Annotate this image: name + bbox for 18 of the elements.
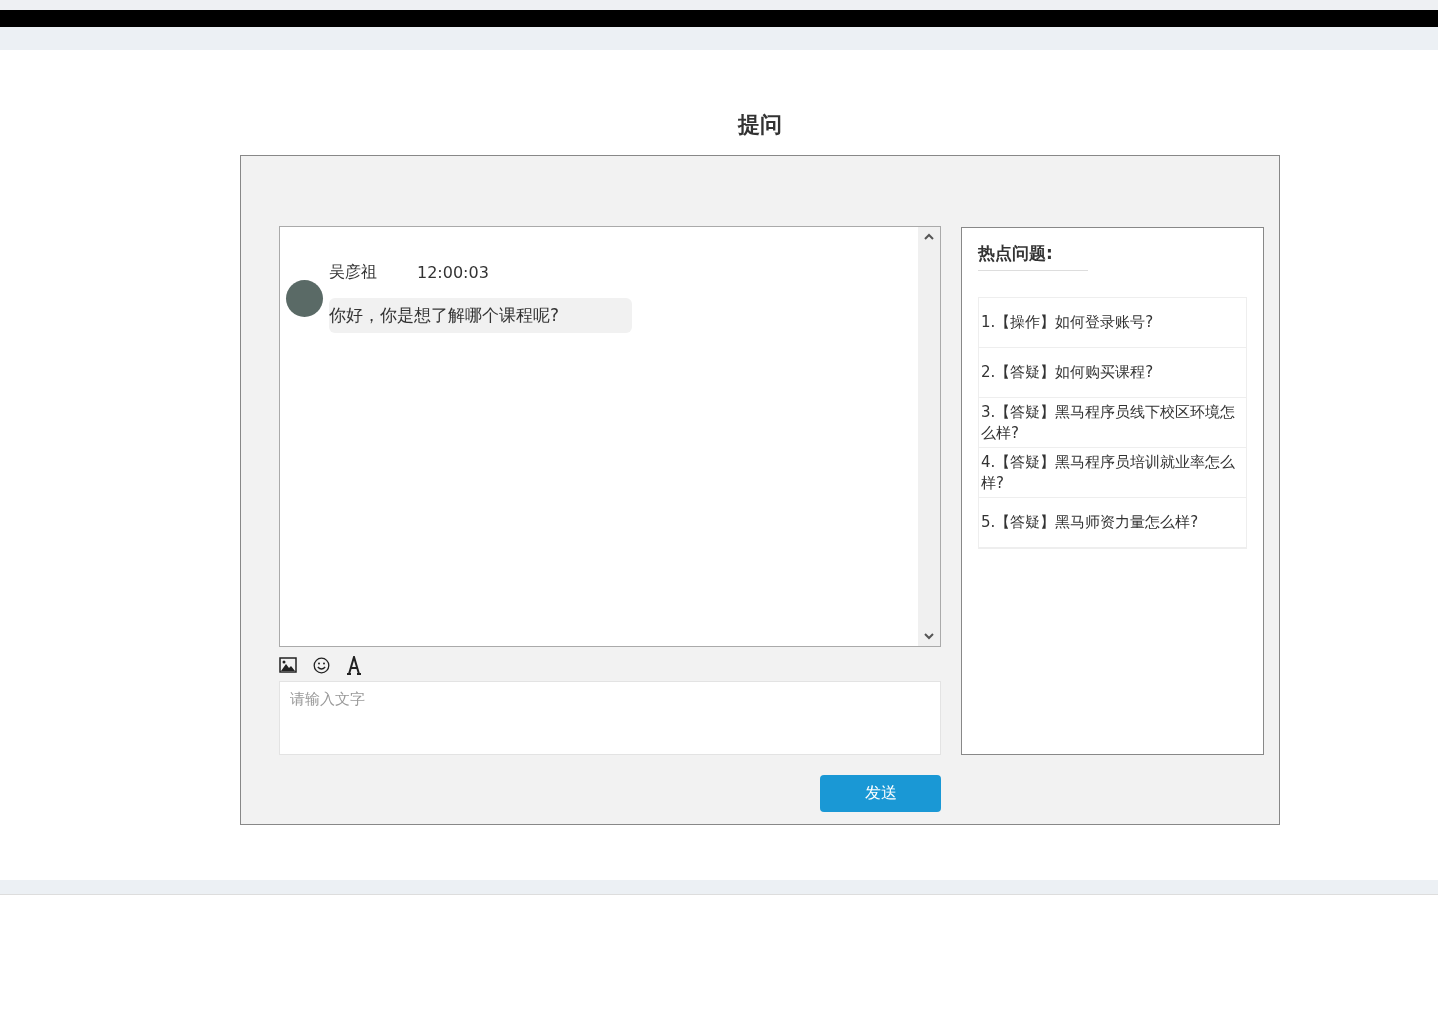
emoji-icon[interactable] (313, 656, 330, 674)
font-icon[interactable] (346, 655, 362, 675)
hot-questions-title: 热点问题: (978, 242, 1088, 271)
sender-name: 吴彦祖 (329, 261, 377, 283)
scroll-up-icon[interactable] (924, 233, 934, 240)
question-link[interactable]: 1.【操作】如何登录账号? (979, 298, 1246, 348)
page-title: 提问 (736, 111, 783, 139)
message-bubble: 你好，你是想了解哪个课程呢? (329, 298, 632, 333)
question-link[interactable]: 5.【答疑】黑马师资力量怎么样? (979, 498, 1246, 548)
message-input[interactable]: 请输入文字 (279, 681, 941, 755)
question-link[interactable]: 3.【答疑】黑马程序员线下校区环境怎么样? (979, 398, 1246, 448)
image-icon[interactable] (279, 657, 297, 673)
question-link[interactable]: 4.【答疑】黑马程序员培训就业率怎么样? (979, 448, 1246, 498)
avatar (286, 280, 323, 317)
message-time: 12:00:03 (417, 262, 489, 282)
scrollbar[interactable] (918, 227, 940, 646)
scroll-down-icon[interactable] (924, 633, 934, 640)
question-link[interactable]: 2.【答疑】如何购买课程? (979, 348, 1246, 398)
